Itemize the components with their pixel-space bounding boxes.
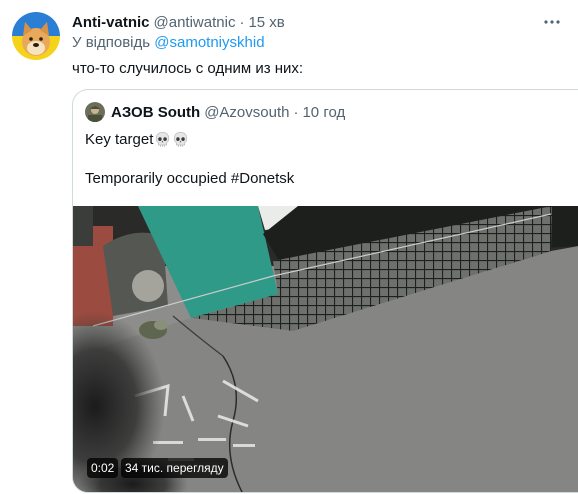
reply-mention-link[interactable]: @samotniyskhid	[154, 34, 264, 51]
video-frame	[73, 206, 578, 492]
more-options-button[interactable]	[538, 10, 566, 34]
doge-avatar-icon	[12, 12, 60, 60]
more-dots-icon	[544, 20, 560, 24]
header-separator: ·	[239, 13, 245, 31]
video-player[interactable]	[73, 206, 578, 492]
quoted-author-display-name: АЗОВ South	[111, 103, 201, 121]
quoted-tweet-text-line1: Key target	[85, 131, 189, 148]
quoted-header-separator: ·	[293, 103, 299, 121]
quoted-author-handle: @Azovsouth	[204, 103, 290, 121]
quoted-tweet-timestamp: 10 год	[302, 103, 346, 121]
author-display-name[interactable]: Anti-vatnic	[72, 14, 150, 31]
tweet-text: что-то случилось с одним из них:	[72, 60, 304, 77]
quoted-author-avatar	[85, 102, 105, 122]
video-duration-badge: 0:02	[87, 458, 119, 478]
skull-emoji-icon	[156, 132, 170, 147]
tweet-header: Anti-vatnic @antiwatnic · 15 хв	[72, 12, 285, 32]
author-handle[interactable]: @antiwatnic	[154, 14, 236, 31]
tweet[interactable]: Anti-vatnic @antiwatnic · 15 хв У відпов…	[0, 0, 578, 494]
quoted-tweet-header: АЗОВ South @Azovsouth · 10 год	[85, 102, 345, 122]
quoted-tweet-text-line2: Temporarily occupied #Donetsk	[85, 170, 295, 187]
reply-prefix: У відповідь	[72, 34, 151, 51]
tweet-timestamp[interactable]: 15 хв	[248, 14, 284, 31]
author-avatar[interactable]	[12, 12, 60, 60]
quoted-tweet[interactable]: АЗОВ South @Azovsouth · 10 год Key targe…	[72, 89, 578, 493]
skull-emoji-icon	[174, 132, 188, 147]
soldier-avatar-icon	[85, 102, 105, 122]
quoted-text-key-target: Key target	[85, 131, 154, 148]
video-views-badge: 34 тис. перегляду	[121, 458, 228, 478]
reply-context: У відповідь @samotniyskhid	[72, 34, 265, 51]
